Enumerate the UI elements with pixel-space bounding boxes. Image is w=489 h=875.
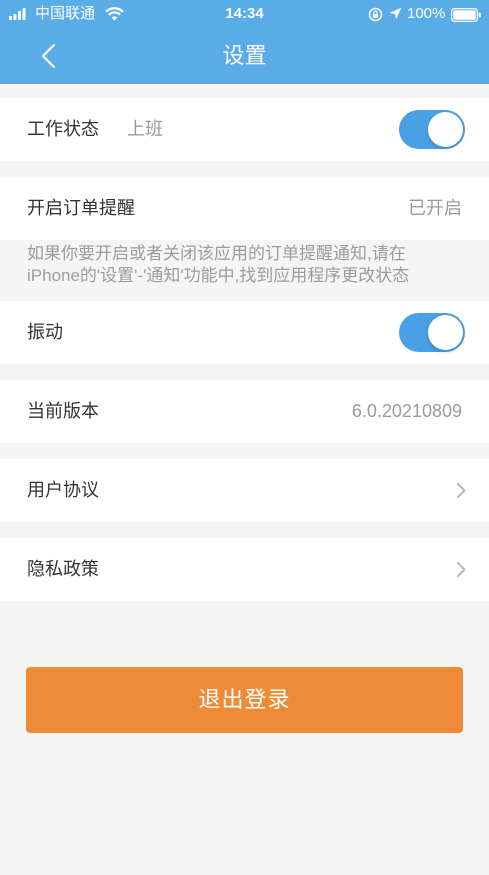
work-status-toggle[interactable] <box>399 110 465 149</box>
version-row: 当前版本 6.0.20210809 <box>0 380 489 443</box>
privacy-policy-label: 隐私政策 <box>27 559 99 579</box>
work-status-row: 工作状态 上班 <box>0 98 489 161</box>
battery-icon <box>451 8 481 22</box>
order-reminder-row: 开启订单提醒 已开启 <box>0 177 489 240</box>
hint-line: iPhone的'设置'-'通知'功能中,找到应用程序更改状态 <box>27 266 410 285</box>
version-value: 6.0.20210809 <box>351 401 462 421</box>
chevron-left-icon <box>41 43 56 69</box>
order-reminder-label: 开启订单提醒 <box>27 198 135 218</box>
back-button[interactable] <box>36 38 64 74</box>
user-agreement-row[interactable]: 用户协议 <box>0 459 489 522</box>
version-label: 当前版本 <box>27 401 99 421</box>
orientation-lock-icon <box>368 7 383 22</box>
logout-button[interactable]: 退出登录 <box>26 667 463 733</box>
nav-bar: 设置 <box>0 28 489 84</box>
order-reminder-status: 已开启 <box>408 198 462 218</box>
user-agreement-label: 用户协议 <box>27 480 99 500</box>
toggle-knob <box>428 315 463 350</box>
status-bar: 中国联通 14:34 100% <box>0 0 489 28</box>
app-header: 中国联通 14:34 100% 设置 <box>0 0 489 84</box>
vibration-toggle[interactable] <box>399 313 465 352</box>
location-icon <box>389 7 402 20</box>
chevron-right-icon <box>457 483 466 498</box>
work-status-value: 上班 <box>127 119 163 139</box>
page-title: 设置 <box>222 43 267 68</box>
privacy-policy-row[interactable]: 隐私政策 <box>0 538 489 601</box>
hint-line: 如果你要开启或者关闭该应用的订单提醒通知,请在 <box>27 244 406 263</box>
vibration-label: 振动 <box>27 322 63 342</box>
chevron-right-icon <box>457 562 466 577</box>
vibration-row: 振动 <box>0 301 489 364</box>
work-status-label: 工作状态 <box>27 119 99 139</box>
toggle-knob <box>428 112 463 147</box>
order-reminder-hint: 如果你要开启或者关闭该应用的订单提醒通知,请在 iPhone的'设置'-'通知'… <box>0 240 489 301</box>
battery-percent: 100% <box>407 5 446 22</box>
